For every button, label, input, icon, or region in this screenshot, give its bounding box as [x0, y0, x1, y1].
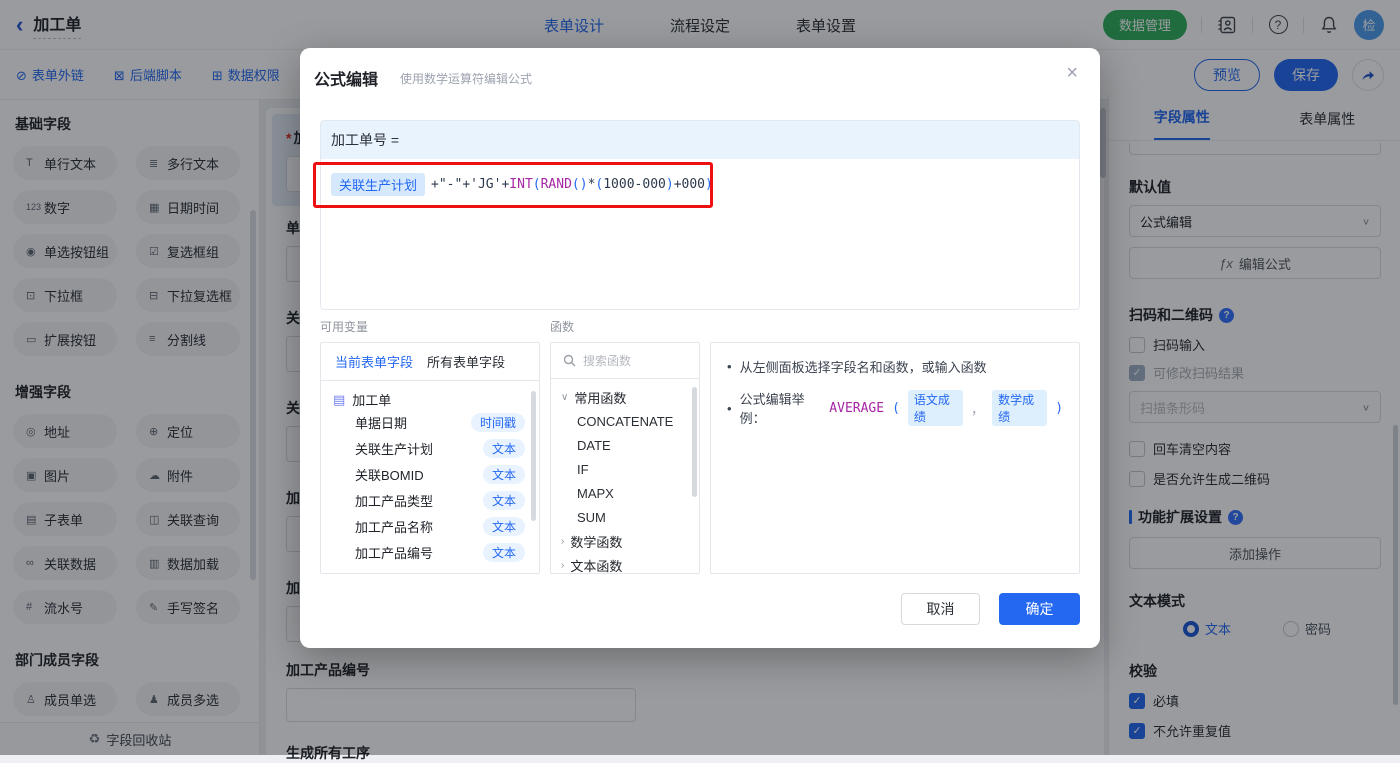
help-panel: • 从左侧面板选择字段名和函数，或输入函数 • 公式编辑举例：AVERAGE( …: [710, 342, 1080, 574]
type-badge: 文本: [483, 543, 525, 562]
function-group-common[interactable]: ∨ 常用函数: [551, 385, 699, 409]
formula-edit-modal: 公式编辑 使用数学运算符编辑公式 × 加工单号 = 关联生产计划 +"-"+'J…: [300, 48, 1100, 648]
variable-item[interactable]: 加工产品类型文本: [321, 487, 539, 513]
type-badge: 时间戳: [471, 413, 525, 432]
search-icon: [563, 354, 576, 367]
document-icon: ▤: [333, 392, 345, 408]
type-badge: 文本: [483, 491, 525, 510]
formula-code: +"-"+'JG'+INT(RAND()*(1000-000)+000): [431, 177, 713, 192]
functions-panel: ∨ 常用函数 CONCATENATE DATE IF MAPX SUM › 数学…: [550, 342, 700, 574]
chevron-expanded-icon: ∨: [561, 392, 568, 403]
function-item[interactable]: MAPX: [551, 481, 699, 505]
variables-label: 可用变量: [320, 318, 368, 335]
example-chip: 语文成绩: [908, 390, 963, 426]
confirm-button[interactable]: 确定: [999, 593, 1080, 625]
variables-root-node[interactable]: ▤ 加工单: [321, 381, 539, 409]
example-chip: 数学成绩: [992, 390, 1047, 426]
function-item[interactable]: SUM: [551, 505, 699, 529]
type-badge: 文本: [483, 465, 525, 484]
variables-panel: 当前表单字段 所有表单字段 ▤ 加工单 单据日期时间戳 关联生产计划文本 关联B…: [320, 342, 540, 574]
function-search-input[interactable]: [583, 354, 673, 368]
formula-editor[interactable]: 加工单号 = 关联生产计划 +"-"+'JG'+INT(RAND()*(1000…: [320, 120, 1080, 310]
variable-item[interactable]: 关联BOMID文本: [321, 461, 539, 487]
close-icon[interactable]: ×: [1066, 62, 1078, 85]
variable-chip[interactable]: 关联生产计划: [331, 173, 425, 196]
modal-title: 公式编辑: [314, 66, 378, 90]
help-tip-1: • 从左侧面板选择字段名和函数，或输入函数: [727, 357, 1063, 376]
variables-scrollbar[interactable]: [531, 391, 536, 521]
variables-tabs: 当前表单字段 所有表单字段: [321, 343, 539, 381]
help-tip-2: • 公式编辑举例：AVERAGE( 语文成绩 ， 数学成绩 ): [727, 389, 1063, 427]
chevron-collapsed-icon: ›: [561, 560, 564, 571]
variable-item[interactable]: 单据日期时间戳: [321, 409, 539, 435]
variable-item[interactable]: 关联生产计划文本: [321, 435, 539, 461]
functions-label: 函数: [550, 318, 574, 335]
type-badge: 文本: [483, 517, 525, 536]
function-search[interactable]: [551, 343, 699, 379]
function-item[interactable]: CONCATENATE: [551, 409, 699, 433]
tab-all-form-fields[interactable]: 所有表单字段: [427, 352, 505, 371]
functions-scrollbar[interactable]: [692, 387, 697, 497]
variable-item[interactable]: 加工产品名称文本: [321, 513, 539, 539]
formula-expression[interactable]: 关联生产计划 +"-"+'JG'+INT(RAND()*(1000-000)+0…: [321, 159, 1079, 210]
cancel-button[interactable]: 取消: [901, 593, 980, 625]
chevron-collapsed-icon: ›: [561, 536, 564, 547]
modal-subtitle: 使用数学运算符编辑公式: [400, 70, 532, 87]
formula-target: 加工单号 =: [321, 121, 1079, 159]
variable-item[interactable]: 加工产品编号文本: [321, 539, 539, 565]
function-item[interactable]: DATE: [551, 433, 699, 457]
function-group-text[interactable]: › 文本函数: [551, 553, 699, 574]
function-group-math[interactable]: › 数学函数: [551, 529, 699, 553]
tab-current-form-fields[interactable]: 当前表单字段: [335, 352, 413, 371]
type-badge: 文本: [483, 439, 525, 458]
function-item[interactable]: IF: [551, 457, 699, 481]
